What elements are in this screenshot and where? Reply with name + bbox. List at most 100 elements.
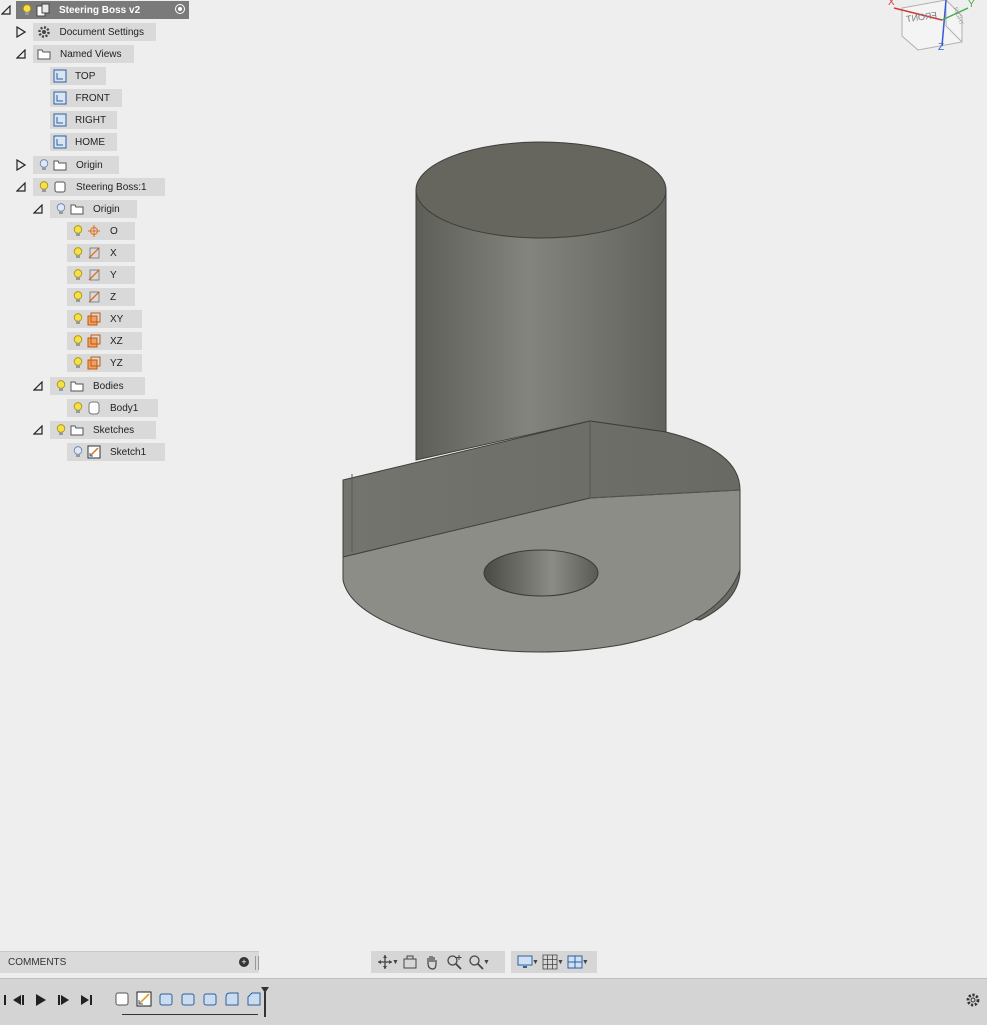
tree-row-body1[interactable]: Body1: [67, 399, 158, 417]
collapse-triangle-icon[interactable]: [32, 380, 44, 392]
tree-row-axis-z[interactable]: Z: [67, 288, 135, 306]
tree-row-plane-yz[interactable]: YZ: [67, 354, 142, 372]
timeline-component-icon[interactable]: [114, 991, 130, 1007]
visibility-bulb-icon[interactable]: [70, 333, 86, 349]
collapse-triangle-icon[interactable]: [0, 4, 12, 16]
collapse-triangle-icon[interactable]: [15, 48, 27, 60]
visibility-bulb-icon[interactable]: [19, 2, 35, 18]
tree-root-node[interactable]: Steering Boss v2: [16, 1, 189, 19]
step-back-icon[interactable]: [10, 991, 26, 1009]
timeline-sketch-icon[interactable]: [136, 991, 152, 1007]
visibility-bulb-icon[interactable]: [70, 289, 86, 305]
tree-node-sketches[interactable]: Sketches: [50, 421, 156, 439]
visibility-bulb-icon[interactable]: [70, 400, 86, 416]
comments-panel[interactable]: COMMENTS +: [0, 951, 259, 973]
visibility-bulb-icon[interactable]: [70, 355, 86, 371]
tree-row-view-front[interactable]: FRONT: [50, 89, 122, 107]
collapse-triangle-icon[interactable]: [32, 203, 44, 215]
pan-hand-icon[interactable]: [421, 952, 443, 972]
view-right-node[interactable]: RIGHT: [50, 111, 117, 129]
visibility-bulb-icon[interactable]: [70, 267, 86, 283]
visibility-bulb-icon[interactable]: [53, 378, 69, 394]
display-dropdown-icon[interactable]: ▼: [532, 959, 539, 966]
tree-row-view-top[interactable]: TOP: [50, 67, 106, 85]
tree-node-component-origin[interactable]: Origin: [50, 200, 137, 218]
expand-triangle-icon[interactable]: [15, 159, 27, 171]
visibility-bulb-icon[interactable]: [53, 422, 69, 438]
tree-row-view-right[interactable]: RIGHT: [50, 111, 117, 129]
plane-xz-node[interactable]: XZ: [67, 332, 142, 350]
tree-row-plane-xy[interactable]: XY: [67, 310, 142, 328]
navigation-toolbar: ▼ ▼: [371, 951, 505, 973]
viewports-dropdown-icon[interactable]: ▼: [582, 959, 589, 966]
plane-xy-node[interactable]: XY: [67, 310, 142, 328]
tree-node-component[interactable]: Steering Boss:1: [33, 178, 165, 196]
body1-node[interactable]: Body1: [67, 399, 158, 417]
tree-row-sketch1[interactable]: Sketch1: [67, 443, 165, 461]
plane-yz-node[interactable]: YZ: [67, 354, 142, 372]
document-settings-label: Document Settings: [59, 26, 145, 38]
view-front-node[interactable]: FRONT: [50, 89, 122, 107]
tree-row-axis-x[interactable]: X: [67, 244, 135, 262]
body-icon: [86, 400, 102, 416]
plane-icon: [86, 333, 102, 349]
tree-node-named-views[interactable]: Named Views: [33, 45, 134, 63]
tree-row-plane-xz[interactable]: XZ: [67, 332, 142, 350]
plane-icon: [86, 311, 102, 327]
timeline-track: [122, 1014, 258, 1015]
timeline-extrude-icon[interactable]: [158, 991, 174, 1007]
timeline-fillet-icon[interactable]: [224, 991, 240, 1007]
view-top-node[interactable]: TOP: [50, 67, 106, 85]
activate-radio-icon[interactable]: [175, 4, 185, 14]
origin-point-node[interactable]: O: [67, 222, 135, 240]
panel-resize-handle[interactable]: [255, 956, 259, 970]
viewcube[interactable]: FRONT RIGHT X Y Z: [884, 0, 984, 60]
view-right-label: RIGHT: [75, 114, 107, 126]
axis-z-node[interactable]: Z: [67, 288, 135, 306]
tree-node-document-settings[interactable]: Document Settings: [33, 23, 156, 41]
timeline-extrude-icon[interactable]: [180, 991, 196, 1007]
zoom-dropdown-icon[interactable]: ▼: [483, 959, 490, 966]
body1-label: Body1: [110, 402, 139, 414]
tree-node-bodies[interactable]: Bodies: [50, 377, 145, 395]
collapse-triangle-icon[interactable]: [32, 424, 44, 436]
go-to-end-icon[interactable]: [79, 991, 95, 1009]
timeline-extrude-icon[interactable]: [202, 991, 218, 1007]
tree-row-origin-point[interactable]: O: [67, 222, 135, 240]
play-icon[interactable]: [33, 991, 49, 1009]
model-body[interactable]: [0, 0, 987, 978]
sketch1-node[interactable]: Sketch1: [67, 443, 165, 461]
plane-xz-label: XZ: [110, 335, 123, 347]
bodies-label: Bodies: [93, 380, 124, 392]
canvas-viewport[interactable]: FRONT RIGHT X Y Z Steering Boss v2 Docum…: [0, 0, 987, 978]
grid-dropdown-icon[interactable]: ▼: [557, 959, 564, 966]
orbit-dropdown-icon[interactable]: ▼: [392, 959, 399, 966]
tree-node-origin[interactable]: Origin: [33, 156, 119, 174]
visibility-bulb-off-icon[interactable]: [36, 157, 52, 173]
tree-row-view-home[interactable]: HOME: [50, 133, 117, 151]
tree-row-axis-y[interactable]: Y: [67, 266, 135, 284]
axis-y-node[interactable]: Y: [67, 266, 135, 284]
visibility-bulb-icon[interactable]: [70, 311, 86, 327]
visibility-bulb-off-icon[interactable]: [53, 201, 69, 217]
visibility-bulb-icon[interactable]: [36, 179, 52, 195]
look-at-icon[interactable]: [399, 952, 421, 972]
timeline-marker[interactable]: [261, 987, 269, 1017]
view-home-node[interactable]: HOME: [50, 133, 117, 151]
visibility-bulb-icon[interactable]: [70, 223, 86, 239]
zoom-icon[interactable]: [443, 952, 465, 972]
plane-xy-label: XY: [110, 313, 124, 325]
collapse-triangle-icon[interactable]: [15, 181, 27, 193]
expand-triangle-icon[interactable]: [15, 26, 27, 38]
visibility-bulb-icon[interactable]: [70, 245, 86, 261]
add-comment-icon[interactable]: +: [239, 957, 249, 967]
timeline-chamfer-icon[interactable]: [246, 991, 262, 1007]
visibility-bulb-off-icon[interactable]: [70, 444, 86, 460]
step-forward-icon[interactable]: [56, 991, 72, 1009]
axis-x-node[interactable]: X: [67, 244, 135, 262]
axis-icon: [86, 267, 102, 283]
view-front-label: FRONT: [75, 92, 110, 104]
comments-label: COMMENTS: [8, 957, 67, 968]
plane-icon: [86, 355, 102, 371]
timeline-settings-gear-icon[interactable]: [965, 992, 981, 1008]
